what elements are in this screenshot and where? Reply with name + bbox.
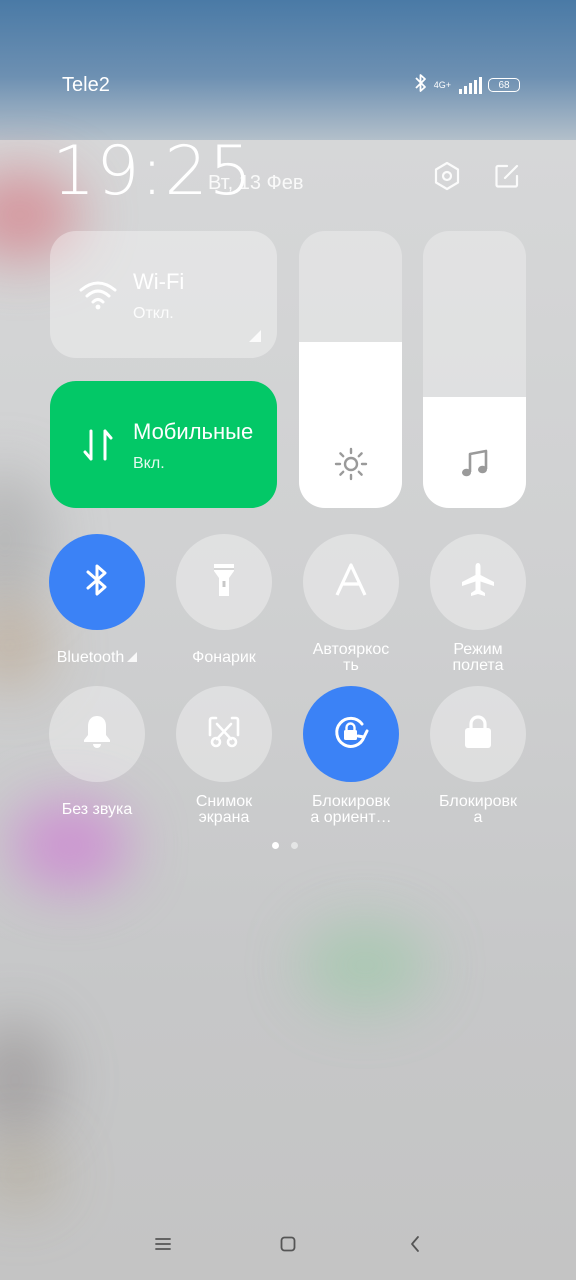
back-icon — [408, 1234, 422, 1259]
lock-screen-label-2: а — [473, 809, 483, 826]
brightness-slider[interactable] — [299, 231, 402, 508]
bluetooth-toggle[interactable]: Bluetooth — [33, 534, 161, 666]
auto-brightness-icon — [334, 562, 368, 603]
rotation-lock-icon — [331, 712, 371, 757]
bluetooth-icon — [84, 562, 110, 603]
screenshot-label-1: Снимок — [195, 793, 253, 810]
auto-brightness-toggle[interactable]: Автояркос ть — [287, 534, 415, 674]
page-indicator — [272, 842, 298, 849]
mobile-data-icon — [78, 425, 118, 465]
mobile-data-status: Вкл. — [133, 455, 165, 472]
brightness-icon — [334, 447, 368, 486]
wifi-status: Откл. — [133, 305, 174, 322]
rotation-lock-label-1: Блокировк — [312, 793, 390, 810]
flashlight-toggle[interactable]: Фонарик — [160, 534, 288, 666]
screenshot-label-2: экрана — [198, 809, 250, 826]
expand-corner-icon[interactable] — [249, 330, 261, 342]
battery-icon: 68 — [488, 78, 520, 92]
page-dot-2[interactable] — [291, 842, 298, 849]
flashlight-icon — [211, 561, 237, 604]
airplane-mode-button[interactable] — [430, 534, 526, 630]
network-type: 4G+ — [433, 79, 451, 90]
silent-mode-label: Без звука — [61, 801, 133, 818]
settings-icon — [432, 161, 462, 196]
lock-screen-toggle[interactable]: Блокировк а — [414, 686, 542, 826]
lock-screen-button[interactable] — [430, 686, 526, 782]
menu-icon — [154, 1236, 172, 1257]
settings-button[interactable] — [429, 160, 465, 196]
wifi-icon — [78, 275, 118, 315]
edit-icon — [493, 162, 521, 195]
auto-brightness-button[interactable] — [303, 534, 399, 630]
expand-corner-icon[interactable] — [127, 652, 138, 662]
rotation-lock-button[interactable] — [303, 686, 399, 782]
lock-icon — [462, 714, 494, 755]
battery-level: 68 — [498, 79, 510, 91]
flashlight-button[interactable] — [176, 534, 272, 630]
screenshot-icon — [207, 715, 241, 754]
bluetooth-button[interactable] — [49, 534, 145, 630]
auto-brightness-label-2: ть — [343, 657, 359, 674]
date: Вт, 13 Фев — [208, 172, 304, 194]
silent-mode-button[interactable] — [49, 686, 145, 782]
home-button[interactable] — [270, 1228, 306, 1264]
silent-mode-toggle[interactable]: Без звука — [33, 686, 161, 818]
home-icon — [279, 1235, 297, 1258]
airplane-icon — [459, 561, 497, 604]
carrier-name: Tele2 — [62, 74, 110, 96]
airplane-mode-label-2: полета — [452, 657, 504, 674]
flashlight-label: Фонарик — [192, 649, 256, 666]
bluetooth-icon — [414, 73, 428, 98]
bluetooth-label: Bluetooth — [56, 649, 125, 666]
status-bar: Tele2 4G+ 68 — [0, 0, 576, 110]
rotation-lock-label-2: а ориент… — [310, 809, 392, 826]
bell-icon — [80, 713, 114, 756]
lock-screen-label-1: Блокировк — [439, 793, 517, 810]
wifi-tile[interactable]: Wi-Fi Откл. — [50, 231, 277, 358]
volume-slider[interactable] — [423, 231, 526, 508]
page-dot-1[interactable] — [272, 842, 279, 849]
edit-button[interactable] — [489, 160, 525, 196]
airplane-mode-toggle[interactable]: Режим полета — [414, 534, 542, 674]
screenshot-toggle[interactable]: Снимок экрана — [160, 686, 288, 826]
screenshot-button[interactable] — [176, 686, 272, 782]
recents-button[interactable] — [145, 1228, 181, 1264]
navigation-bar — [0, 1218, 576, 1274]
wifi-title: Wi-Fi — [133, 269, 185, 294]
mobile-data-tile[interactable]: Мобильные Вкл. — [50, 381, 277, 508]
mobile-data-title: Мобильные — [133, 419, 254, 444]
back-button[interactable] — [397, 1228, 433, 1264]
auto-brightness-label-1: Автояркос — [312, 641, 390, 658]
airplane-mode-label-1: Режим — [453, 641, 503, 658]
signal-icon — [459, 76, 482, 94]
music-note-icon — [458, 447, 492, 486]
rotation-lock-toggle[interactable]: Блокировк а ориент… — [287, 686, 415, 826]
